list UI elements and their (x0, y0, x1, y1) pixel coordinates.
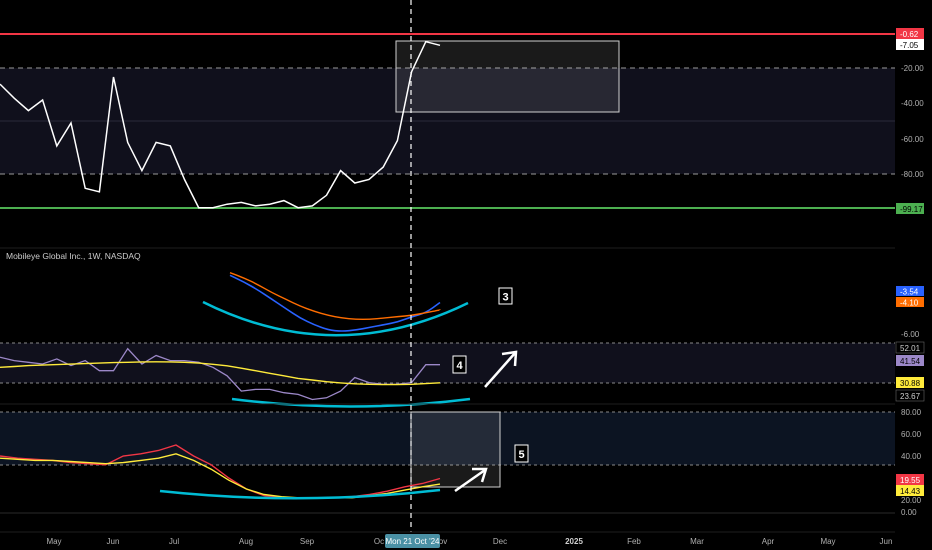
crosshair-date-label: Mon 21 Oct '24 (386, 537, 441, 546)
price-axis-label: 0.00 (901, 508, 917, 517)
price-label-pane2-blue: -3.54 (900, 288, 919, 297)
annotation-number-4: 4 (456, 360, 463, 372)
price-label-pane4-yellow: 14.43 (900, 487, 921, 496)
time-axis-label: ov (439, 537, 447, 546)
time-axis-label: Dec (493, 537, 507, 546)
time-axis-label: Apr (762, 537, 775, 546)
price-label-pane4-red: 19.55 (900, 476, 921, 485)
price-axis-label: -80.00 (901, 170, 924, 179)
price-axis-label: 20.00 (901, 496, 922, 505)
price-label-top-level: -0.62 (900, 30, 919, 39)
price-axis-label: -40.00 (901, 99, 924, 108)
price-label-pane3-bottom: 23.67 (900, 392, 921, 401)
price-axis-label: 40.00 (901, 452, 922, 461)
time-axis-label: Oc (374, 537, 384, 546)
annotation-number-3: 3 (502, 292, 508, 304)
price-axis[interactable]: -0.62 -7.05 -20.00 -40.00 -60.00 -80.00 … (895, 0, 932, 550)
time-axis-label: Aug (239, 537, 253, 546)
price-label-pane3-yellow: 30.88 (900, 379, 921, 388)
time-axis-label: Jul (169, 537, 179, 546)
price-label-current: -7.05 (900, 41, 919, 50)
time-axis-label: Feb (627, 537, 641, 546)
time-axis-label: Jun (107, 537, 120, 546)
highlight-rectangle-main[interactable] (395, 40, 620, 113)
price-label-pane3-top: 52.01 (900, 344, 921, 353)
time-axis-label: Sep (300, 537, 315, 546)
time-axis-label: Mar (690, 537, 704, 546)
time-axis-label: May (46, 537, 61, 546)
annotation-number-5: 5 (518, 449, 524, 461)
price-axis-label: 80.00 (901, 408, 922, 417)
time-axis-label: Jun (880, 537, 893, 546)
price-axis-background (895, 0, 932, 550)
chart-canvas[interactable]: Mobileye Global Inc., 1W, NASDAQ 3 4 5 -… (0, 0, 932, 550)
highlight-rectangle-pane4[interactable] (410, 411, 501, 488)
price-label-pane2-orange: -4.10 (900, 299, 919, 308)
time-axis-label: 2025 (565, 537, 583, 546)
price-label-pane3-purple: 41.54 (900, 357, 921, 366)
symbol-header: Mobileye Global Inc., 1W, NASDAQ (6, 251, 141, 261)
pane3-band-fill (0, 343, 895, 383)
price-label-bottom-level: -99.17 (900, 205, 923, 214)
price-axis-label: -20.00 (901, 64, 924, 73)
time-axis-label: May (820, 537, 835, 546)
price-axis-label: 60.00 (901, 430, 922, 439)
price-axis-label: -60.00 (901, 135, 924, 144)
price-axis-label: -6.00 (901, 330, 920, 339)
